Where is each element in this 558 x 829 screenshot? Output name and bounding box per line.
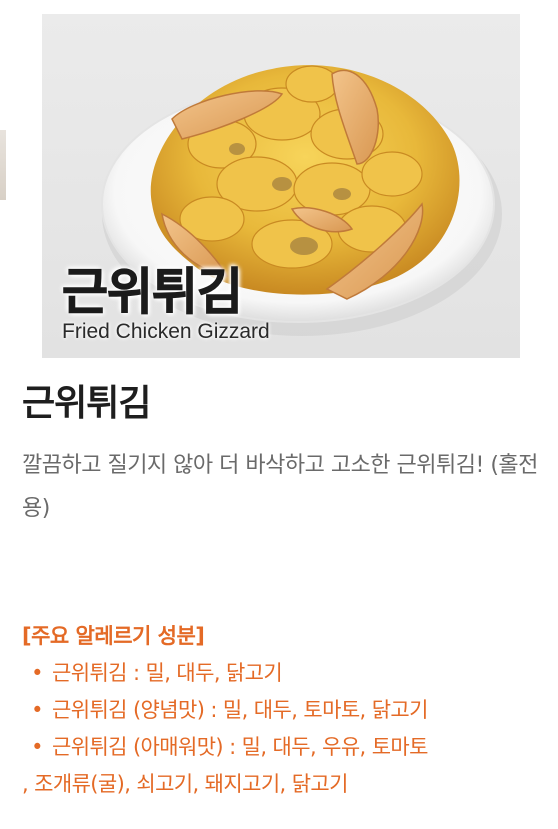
- allergy-list-item: • 근위튀김 : 밀, 대두, 닭고기: [22, 655, 552, 692]
- adjacent-card-edge: [0, 130, 6, 200]
- product-photo: 근위튀김 Fried Chicken Gizzard: [42, 14, 520, 358]
- image-overlay-korean-name: 근위튀김: [62, 263, 244, 322]
- allergy-heading: [주요 알레르기 성분]: [22, 624, 205, 648]
- allergy-list-item: • 근위튀김 (양념맛) : 밀, 대두, 토마토, 닭고기: [22, 692, 552, 729]
- allergy-list: • 근위튀김 : 밀, 대두, 닭고기 • 근위튀김 (양념맛) : 밀, 대두, …: [22, 655, 552, 803]
- image-overlay-english-name: Fried Chicken Gizzard: [62, 320, 270, 343]
- bullet-icon: •: [31, 735, 43, 759]
- bullet-icon: •: [31, 698, 43, 722]
- allergy-list-item: • 근위튀김 (아매워맛) : 밀, 대두, 우유, 토마토 , 조개류(굴), …: [22, 729, 552, 803]
- menu-item-title: 근위튀김: [22, 383, 151, 424]
- bullet-icon: •: [31, 661, 43, 685]
- menu-item-description: 깔끔하고 질기지 않아 더 바삭하고 고소한 근위튀김! (홀전용): [22, 453, 538, 521]
- allergy-item-text: 근위튀김 (양념맛) : 밀, 대두, 토마토, 닭고기: [52, 698, 428, 722]
- allergy-item-text: 근위튀김 : 밀, 대두, 닭고기: [52, 661, 283, 685]
- allergy-item-text: 근위튀김 (아매워맛) : 밀, 대두, 우유, 토마토: [52, 735, 428, 759]
- allergy-item-continuation: , 조개류(굴), 쇠고기, 돼지고기, 닭고기: [22, 772, 348, 796]
